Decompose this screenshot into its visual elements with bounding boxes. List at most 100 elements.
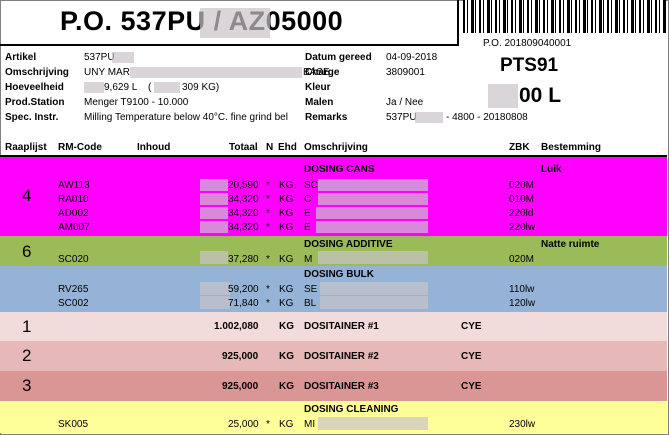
dositainer-label: DOSITAINER #3 <box>304 381 379 392</box>
redaction-blur <box>316 207 428 219</box>
remarks-tail: - 4800 - 20180808 <box>446 112 528 123</box>
redaction-blur <box>154 82 180 93</box>
col-zbk: ZBK <box>509 142 530 153</box>
omschrijving-value: SE <box>304 284 318 295</box>
pts-code: PTS91 <box>500 55 559 76</box>
barcode <box>463 0 666 33</box>
redaction-blur <box>112 52 134 63</box>
zbk-value: CYE <box>461 381 482 392</box>
section-title: DOSING CLEANING <box>304 404 399 415</box>
charge-label: Charge <box>305 67 340 78</box>
rm-code: AM007 <box>58 222 90 233</box>
ehd-value: KG <box>279 381 294 392</box>
totaal-value: 25,000 <box>228 419 259 430</box>
redaction-blur <box>318 417 428 430</box>
spec-instr-label: Spec. Instr. <box>5 112 59 123</box>
omschrijving-value: M <box>304 254 313 265</box>
redaction-blur <box>200 179 228 191</box>
totaal-value: 925,000 <box>222 381 259 392</box>
col-n: N <box>266 142 274 153</box>
section-title: DOSING ADDITIVE <box>304 239 393 250</box>
n-value: * <box>266 419 270 430</box>
rm-code: AW113 <box>58 180 90 191</box>
raaplijst-number: 4 <box>22 186 32 205</box>
redaction-blur <box>84 82 104 93</box>
zbk-value: 120lw <box>509 298 536 309</box>
redaction-blur <box>130 67 302 78</box>
col-bestemming: Bestemming <box>541 142 602 153</box>
redaction-blur <box>200 296 230 309</box>
omschrijving-value: SC <box>304 180 318 191</box>
spec-instr-value: Milling Temperature below 40°C. fine gri… <box>84 112 288 123</box>
datum-value: 04-09-2018 <box>386 52 438 63</box>
section-bestemming: Luik <box>541 164 562 175</box>
artikel-value: 537PU <box>84 52 115 63</box>
hoeveelheid-kg: 309 KG) <box>182 82 220 93</box>
dositainer-label: DOSITAINER #2 <box>304 351 379 362</box>
redaction-blur <box>318 251 428 264</box>
n-value: * <box>266 284 270 295</box>
redaction-blur <box>316 221 428 233</box>
totaal-value: 34,320 <box>228 222 259 233</box>
ehd-value: KG <box>279 180 294 191</box>
redaction-blur <box>488 84 518 108</box>
n-value: * <box>266 208 270 219</box>
redaction-blur <box>200 193 228 205</box>
col-raaplijst: Raaplijst <box>5 142 47 153</box>
zbk-value: CYE <box>461 321 482 332</box>
totaal-value: 20,590 <box>228 180 259 191</box>
prod-station-value: Menger T9100 - 10.000 <box>84 97 189 108</box>
raaplijst-number: 6 <box>22 242 32 261</box>
raaplijst-number: 3 <box>22 376 32 395</box>
prod-station-label: Prod.Station <box>5 97 65 108</box>
rm-code: SK005 <box>58 419 89 430</box>
totaal-value: 37,280 <box>228 254 259 265</box>
omschrijving-value: C <box>304 194 312 205</box>
col-inhoud: Inhoud <box>137 142 171 153</box>
dositainer-label: DOSITAINER #1 <box>304 321 379 332</box>
volume-value: 00 L <box>519 84 562 107</box>
n-value: * <box>266 222 270 233</box>
ehd-value: KG <box>279 254 294 265</box>
ehd-value: KG <box>279 298 294 309</box>
totaal-value: 34,320 <box>228 208 259 219</box>
zbk-value: 020M <box>509 180 535 191</box>
redaction-blur <box>200 221 228 233</box>
ehd-value: KG <box>279 194 294 205</box>
n-value: * <box>266 194 270 205</box>
redaction-blur <box>200 8 270 38</box>
redaction-blur <box>318 179 428 191</box>
zbk-value: 220ld <box>509 208 534 219</box>
section-title: DOSING BULK <box>304 269 374 280</box>
totaal-value: 34,320 <box>228 194 259 205</box>
redaction-blur <box>200 207 228 219</box>
datum-label: Datum gereed <box>305 52 372 63</box>
n-value: * <box>266 254 270 265</box>
totaal-value: 1.002,080 <box>214 321 259 332</box>
rm-code: RV265 <box>58 284 89 295</box>
zbk-value: 110lw <box>509 284 535 295</box>
redaction-blur <box>320 282 428 295</box>
col-ehd: Ehd <box>278 142 297 153</box>
ehd-value: KG <box>279 208 294 219</box>
redaction-blur <box>200 282 230 295</box>
redaction-blur <box>320 296 428 309</box>
n-value: * <box>266 180 270 191</box>
zbk-value: 020M <box>509 254 535 265</box>
totaal-value: 925,000 <box>222 351 259 362</box>
ehd-value: KG <box>279 351 294 362</box>
redaction-blur <box>318 193 428 205</box>
malen-label: Malen <box>305 97 334 108</box>
artikel-label: Artikel <box>5 52 37 63</box>
col-rm-code: RM-Code <box>58 142 102 153</box>
col-totaal: Totaal <box>229 142 258 153</box>
remarks-value: 537PU <box>386 112 417 123</box>
col-omschrijving: Omschrijving <box>304 142 368 153</box>
rm-code: AD002 <box>58 208 89 219</box>
hoeveelheid-label: Hoeveelheid <box>5 82 64 93</box>
malen-value: Ja / Nee <box>386 97 424 108</box>
ehd-value: KG <box>279 284 294 295</box>
omschrijving-value: E <box>304 222 311 233</box>
zbk-value: CYE <box>461 351 482 362</box>
section-title: DOSING CANS <box>304 164 375 175</box>
